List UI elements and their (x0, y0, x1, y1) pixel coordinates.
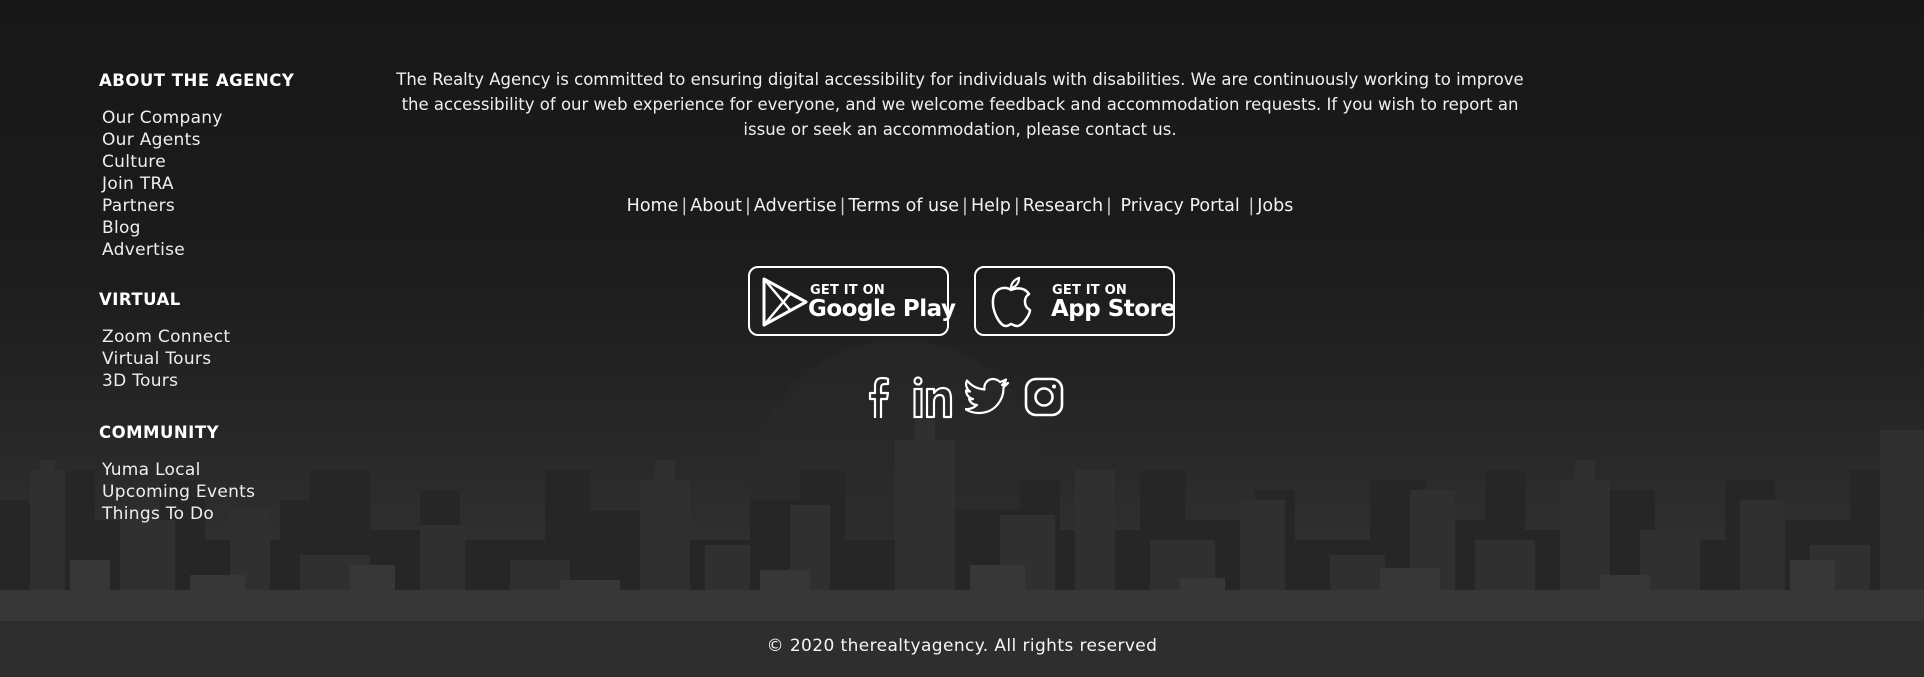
community-links: Yuma Local Upcoming Events Things To Do (102, 459, 379, 525)
social-links (855, 374, 1075, 424)
nav-help[interactable]: Help (971, 196, 1011, 216)
nav-separator: | (1013, 196, 1020, 216)
app-store-badge[interactable]: GET IT ON App Store (974, 266, 1176, 336)
nav-jobs[interactable]: Jobs (1257, 196, 1293, 216)
link-3d-tours[interactable]: 3D Tours (102, 370, 379, 392)
site-footer: ABOUT THE AGENCY Our Company Our Agents … (0, 0, 1924, 677)
copyright-text: © 2020 therealtyagency. All rights reser… (766, 636, 1158, 656)
copyright-bar: © 2020 therealtyagency. All rights reser… (0, 621, 1924, 677)
google-play-badge[interactable]: GET IT ON Google Play (748, 266, 956, 336)
nav-separator: | (681, 196, 688, 216)
nav-separator: | (839, 196, 846, 216)
accessibility-statement: The Realty Agency is committed to ensuri… (396, 70, 1524, 139)
link-things-to-do[interactable]: Things To Do (102, 503, 379, 525)
apple-icon (991, 276, 1032, 328)
community-section-title: COMMUNITY (99, 423, 220, 442)
link-partners[interactable]: Partners (102, 195, 379, 217)
nav-separator: | (745, 196, 751, 216)
nav-research[interactable]: Research (1023, 196, 1103, 216)
link-our-agents[interactable]: Our Agents (102, 129, 379, 151)
nav-separator: | (1106, 196, 1112, 216)
app-badges: GET IT ON Google Play GET IT ON App Stor… (748, 266, 1178, 338)
link-advertise[interactable]: Advertise (102, 239, 379, 261)
virtual-links: Zoom Connect Virtual Tours 3D Tours (102, 326, 379, 392)
link-our-company[interactable]: Our Company (102, 107, 379, 129)
app-store-big-label: App Store (1051, 296, 1176, 322)
footer-left-column: ABOUT THE AGENCY Our Company Our Agents … (99, 70, 379, 525)
accessibility-block: The Realty Agency is committed to ensuri… (380, 67, 1540, 142)
nav-separator: | (962, 196, 968, 216)
link-culture[interactable]: Culture (102, 151, 379, 173)
link-virtual-tours[interactable]: Virtual Tours (102, 348, 379, 370)
link-yuma-local[interactable]: Yuma Local (102, 459, 379, 481)
nav-terms-of-use[interactable]: Terms of use (849, 196, 960, 216)
nav-about[interactable]: About (690, 196, 742, 216)
about-section-title: ABOUT THE AGENCY (99, 71, 295, 90)
linkedin-icon[interactable] (909, 374, 955, 420)
nav-home[interactable]: Home (627, 196, 679, 216)
nav-separator: | (1248, 196, 1255, 216)
nav-privacy-portal[interactable]: Privacy Portal (1121, 196, 1240, 216)
footer-nav: Home | About | Advertise | Terms of use | Help | R… (380, 196, 1540, 216)
twitter-icon[interactable] (965, 374, 1011, 420)
instagram-icon[interactable] (1021, 374, 1067, 420)
about-links: Our Company Our Agents Culture Join TRA … (102, 107, 379, 261)
nav-advertise[interactable]: Advertise (754, 196, 837, 216)
link-join-tra[interactable]: Join TRA (102, 173, 379, 195)
google-play-big-label: Google Play (808, 296, 956, 322)
link-zoom-connect[interactable]: Zoom Connect (102, 326, 379, 348)
google-play-icon (762, 277, 808, 327)
facebook-icon[interactable] (855, 374, 901, 420)
link-upcoming-events[interactable]: Upcoming Events (102, 481, 379, 503)
virtual-section-title: VIRTUAL (99, 290, 181, 309)
link-blog[interactable]: Blog (102, 217, 379, 239)
